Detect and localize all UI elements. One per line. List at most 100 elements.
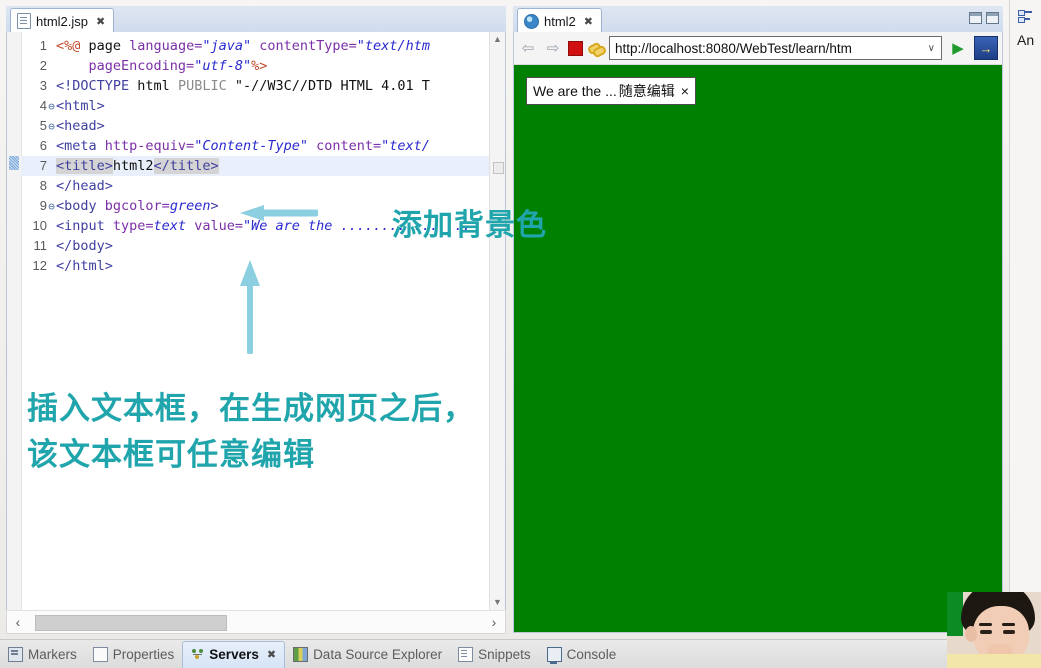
url-bar[interactable]: http://localhost:8080/WebTest/learn/htm …: [609, 36, 942, 60]
go-icon[interactable]: ▶: [947, 37, 969, 59]
gutter-marker[interactable]: [9, 156, 19, 170]
code-token: "utf-8": [194, 58, 252, 74]
scroll-up-icon[interactable]: ▲: [490, 32, 505, 47]
ime-close-icon[interactable]: ×: [681, 83, 689, 99]
line-number: 11: [33, 238, 48, 253]
open-external-icon[interactable]: →: [974, 36, 998, 60]
eclipse-workbench: html2.jsp ✖ 1 <%@ page language="java" co…: [0, 0, 1041, 668]
view-tab-console[interactable]: Console: [539, 641, 625, 667]
code-token: <html>: [56, 98, 105, 114]
editor-gutter[interactable]: [7, 32, 22, 610]
editor-horizontal-scrollbar[interactable]: ‹ ›: [6, 610, 506, 634]
close-icon[interactable]: ✖: [267, 648, 276, 661]
code-token: green: [169, 198, 211, 214]
code-token: value=: [194, 218, 243, 234]
browser-tabstrip: html2 ✖: [513, 6, 1003, 33]
code-line[interactable]: 3 <!DOCTYPE html PUBLIC "-//W3C//DTD HTML…: [21, 76, 489, 96]
code-line[interactable]: 4⊖<html>: [21, 96, 489, 116]
browser-body: ⇦ ⇨ http://localhost:8080/WebTest/learn/…: [513, 32, 1003, 633]
view-tab-markers[interactable]: Markers: [0, 641, 85, 667]
code-line[interactable]: 8 </head>: [21, 176, 489, 196]
code-token: html2: [112, 158, 154, 174]
maximize-icon[interactable]: [986, 12, 999, 24]
view-tab-servers[interactable]: Servers ✖: [182, 640, 286, 668]
console-icon: [546, 646, 562, 664]
snippets-icon: [458, 646, 474, 662]
line-number: 7: [39, 158, 47, 173]
code-token: >: [210, 198, 219, 214]
browser-tab-html2[interactable]: html2 ✖: [517, 8, 603, 33]
code-token: "-//W3C//DTD HTML 4.01 T: [234, 78, 430, 94]
outline-label: An: [1017, 32, 1035, 48]
close-icon[interactable]: ✖: [584, 15, 593, 28]
code-line[interactable]: 1 <%@ page language="java" contentType="t…: [21, 36, 489, 56]
code-line[interactable]: 7 <title>html2</title>: [21, 156, 489, 176]
scrollbar-thumb[interactable]: [493, 162, 504, 174]
scroll-down-icon[interactable]: ▼: [490, 595, 505, 610]
line-number: 12: [32, 258, 47, 273]
url-text[interactable]: http://localhost:8080/WebTest/learn/htm: [615, 41, 925, 56]
fold-toggle-icon[interactable]: ⊖: [47, 197, 56, 217]
code-token: <input: [56, 218, 113, 234]
view-tab-label: Markers: [28, 646, 77, 662]
code-token: <body: [56, 198, 105, 214]
code-token: html: [129, 78, 178, 94]
annotation-textbox-note: 插入文本框，在生成网页之后，该文本框可任意编辑: [27, 391, 475, 473]
input-value: We are the ...: [533, 83, 617, 99]
code-line[interactable]: 2 pageEncoding="utf-8"%>: [21, 56, 489, 76]
code-token: type=: [112, 218, 154, 234]
ime-candidate-text: 随意编辑: [618, 83, 675, 99]
outline-view-icon[interactable]: [1018, 10, 1032, 23]
code-token: </title>: [153, 158, 219, 174]
editor-vertical-scrollbar[interactable]: ▲ ▼: [489, 32, 505, 610]
editor-tab-html2jsp[interactable]: html2.jsp ✖: [10, 8, 115, 33]
code-token: page: [80, 38, 130, 54]
fold-toggle-icon[interactable]: ⊖: [47, 97, 56, 117]
code-line[interactable]: 6 <meta http-equiv="Content-Type" content…: [21, 136, 489, 156]
code-line[interactable]: 5⊖<head>: [21, 116, 489, 136]
line-number: 8: [39, 178, 47, 193]
line-number: 5: [39, 118, 47, 133]
close-icon[interactable]: ✖: [96, 15, 105, 28]
view-tab-data-source-explorer[interactable]: Data Source Explorer: [285, 641, 450, 667]
view-tab-properties[interactable]: Properties: [85, 641, 183, 667]
view-tab-label: Servers: [209, 647, 259, 662]
scroll-left-icon[interactable]: ‹: [7, 614, 29, 630]
annotation-bgcolor-note: 添加背景色: [392, 208, 547, 243]
code-token: content=: [316, 138, 382, 154]
line-number: 3: [39, 78, 47, 93]
editor-tab-label: html2.jsp: [36, 13, 89, 29]
code-token: </html>: [56, 258, 113, 274]
hscroll-thumb[interactable]: [35, 615, 227, 631]
back-icon[interactable]: ⇦: [518, 38, 538, 58]
hscroll-track[interactable]: [29, 614, 483, 631]
scroll-right-icon[interactable]: ›: [483, 614, 505, 630]
pane-controls[interactable]: [969, 12, 999, 24]
line-number: 4: [39, 98, 47, 113]
view-tab-label: Snippets: [478, 646, 531, 662]
view-tab-snippets[interactable]: Snippets: [450, 641, 539, 667]
fold-toggle-icon[interactable]: ⊖: [47, 117, 56, 137]
page-text-input[interactable]: We are the ... 随意编辑 ×: [526, 77, 696, 105]
code-token: </body>: [56, 238, 113, 254]
code-token: "Content-Type": [194, 138, 308, 154]
line-number: 9: [39, 198, 47, 213]
line-number: 10: [32, 218, 47, 233]
outline-strip: An: [1009, 0, 1041, 668]
bottom-view-tabs: Markers Properties Servers ✖ Data Source Exp…: [0, 639, 1041, 668]
code-token: "java": [202, 38, 252, 54]
minimize-icon[interactable]: [969, 12, 982, 24]
line-number: 2: [39, 58, 47, 73]
link-icon[interactable]: [588, 41, 604, 56]
browser-tab-label: html2: [544, 13, 576, 29]
code-token: http-equiv=: [104, 138, 195, 154]
code-token: PUBLIC: [177, 78, 227, 94]
code-token: text: [153, 218, 187, 234]
chevron-down-icon[interactable]: ∨: [925, 43, 938, 54]
browser-toolbar: ⇦ ⇨ http://localhost:8080/WebTest/learn/…: [514, 32, 1002, 65]
annotation-arrow-horizontal: [240, 205, 318, 221]
stop-icon[interactable]: [568, 40, 583, 56]
forward-icon[interactable]: ⇨: [543, 38, 563, 58]
jsp-file-icon: [17, 13, 31, 29]
